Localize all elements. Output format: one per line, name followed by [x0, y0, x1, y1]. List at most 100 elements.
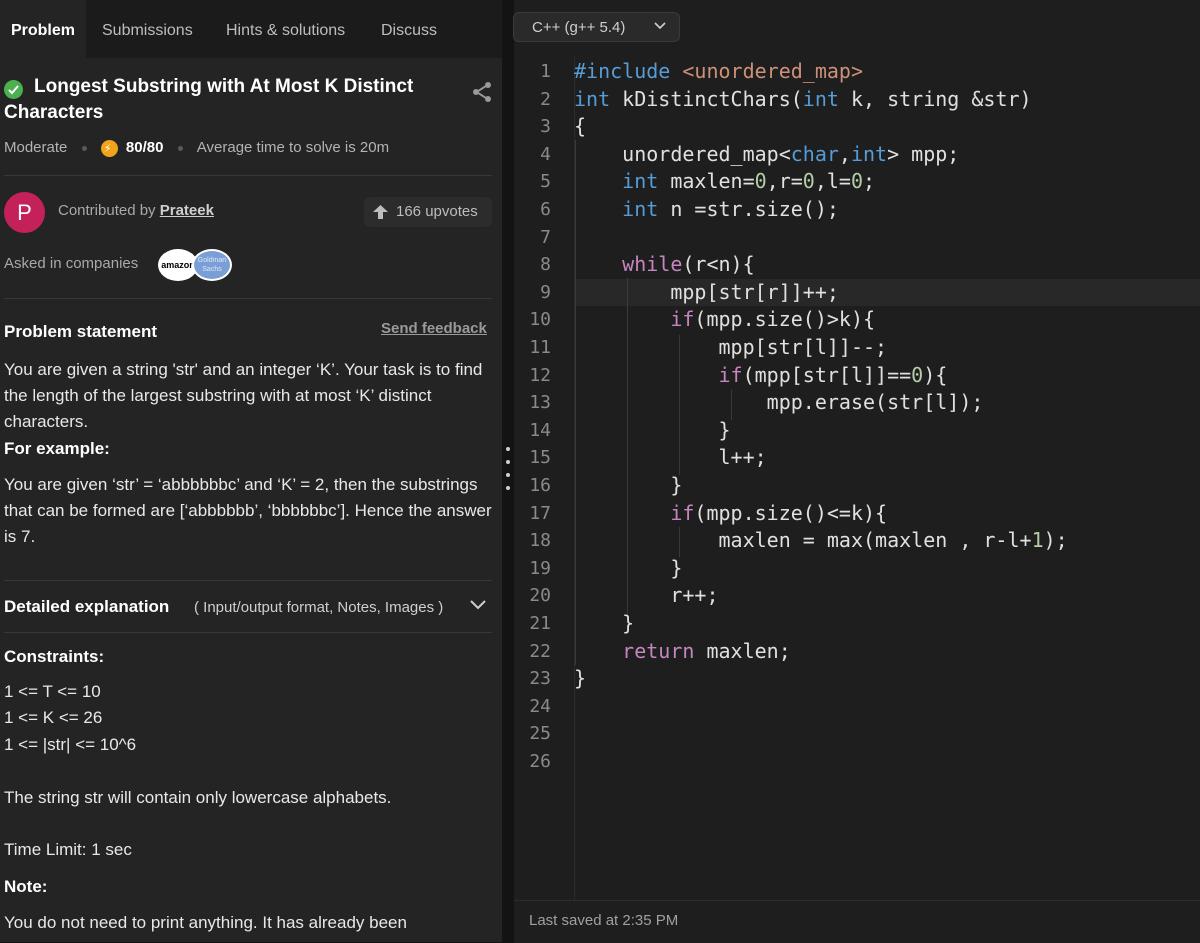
- code-line[interactable]: }: [574, 611, 634, 635]
- divider: [4, 632, 492, 633]
- line-number: 13: [529, 392, 551, 414]
- line-number: 26: [529, 751, 551, 772]
- divider: [4, 175, 492, 176]
- code-line[interactable]: }: [574, 418, 730, 442]
- code-line[interactable]: if(mpp.size()>k){: [574, 307, 875, 331]
- contributed-by: Contributed by Prateek: [58, 202, 214, 219]
- line-number: 21: [529, 613, 551, 634]
- code-line[interactable]: }: [574, 666, 586, 690]
- difficulty-label: Moderate: [4, 139, 68, 157]
- page-title: Longest Substring with At Most K Distinc…: [4, 76, 414, 123]
- coin-icon: [100, 139, 118, 159]
- tab-problem[interactable]: Problem: [0, 0, 86, 58]
- line-number: 18: [529, 530, 551, 552]
- code-line[interactable]: if(mpp.size()<=k){: [574, 501, 887, 525]
- language-select[interactable]: C++ (g++ 5.4): [513, 12, 680, 42]
- asked-in-companies-label: Asked in companies: [4, 255, 139, 272]
- problem-statement-heading: Problem statement: [4, 322, 158, 341]
- line-number: 22: [529, 640, 551, 662]
- line-number: 10: [529, 309, 551, 331]
- line-number: 24: [529, 695, 551, 717]
- line-number: 7: [540, 226, 551, 248]
- code-line[interactable]: mpp.erase(str[l]);: [574, 390, 984, 414]
- tab-submissions[interactable]: Submissions: [102, 0, 193, 58]
- handle-dot: [506, 473, 510, 477]
- panel-resize-handle[interactable]: [503, 445, 513, 495]
- detailed-explanation-toggle[interactable]: Detailed explanation: [4, 597, 169, 617]
- divider: [4, 298, 492, 299]
- contributed-by-label: Contributed by: [58, 202, 156, 219]
- line-number: 4: [540, 143, 551, 165]
- constraint-line: 1 <= |str| <= 10^6: [4, 735, 137, 754]
- code-line[interactable]: unordered_map<char,int> mpp;: [574, 142, 959, 166]
- separator-dot: [177, 145, 183, 151]
- code-line[interactable]: return maxlen;: [574, 639, 791, 663]
- line-number: 6: [540, 199, 551, 220]
- line-number: 5: [540, 171, 551, 193]
- code-line[interactable]: mpp[str[l]]--;: [574, 335, 887, 359]
- chevron-down-icon: [654, 22, 666, 30]
- line-number: 16: [529, 475, 551, 496]
- line-number: 1: [540, 61, 551, 82]
- detailed-explanation-subtitle: ( Input/output format, Notes, Images ): [194, 599, 444, 616]
- code-line[interactable]: {: [574, 114, 586, 138]
- line-number: 12: [529, 364, 551, 386]
- tab-bar: Problem Submissions Hints & solutions Di…: [0, 0, 502, 58]
- line-number: 2: [540, 88, 551, 110]
- upvote-button[interactable]: 166 upvotes: [364, 197, 492, 227]
- constraint-line: 1 <= K <= 26: [4, 708, 103, 727]
- handle-dot: [506, 486, 510, 490]
- code-line[interactable]: }: [574, 556, 682, 580]
- separator-dot: [81, 145, 87, 151]
- avatar[interactable]: P: [4, 192, 45, 233]
- handle-dot: [506, 447, 510, 451]
- lowercase-note: The string str will contain only lowerca…: [4, 788, 392, 807]
- language-label: C++ (g++ 5.4): [532, 19, 626, 36]
- line-number: 9: [540, 281, 551, 303]
- for-example-heading: For example:: [4, 439, 110, 458]
- code-line[interactable]: int maxlen=0,r=0,l=0;: [574, 169, 875, 193]
- code-line[interactable]: }: [574, 473, 682, 497]
- line-number: 14: [529, 419, 551, 441]
- problem-statement-text: You are given a string 'str' and an inte…: [4, 360, 483, 431]
- code-line[interactable]: maxlen = max(maxlen , r-l+1);: [574, 528, 1067, 552]
- line-number: 8: [540, 254, 551, 276]
- divider: [4, 580, 492, 581]
- code-line[interactable]: l++;: [574, 445, 766, 469]
- share-icon[interactable]: [470, 80, 494, 104]
- note-text: You do not need to print anything. It ha…: [4, 913, 407, 932]
- line-number: 19: [529, 557, 551, 579]
- send-feedback-link[interactable]: Send feedback: [381, 320, 487, 337]
- chevron-down-icon[interactable]: [470, 600, 486, 610]
- code-line[interactable]: if(mpp[str[l]]==0){: [574, 363, 948, 387]
- line-number: 23: [529, 668, 551, 690]
- code-line[interactable]: int kDistinctChars(int k, string &str): [574, 87, 1032, 111]
- arrow-up-icon: [373, 205, 388, 219]
- points-value: 80/80: [125, 139, 164, 157]
- contributor-link[interactable]: Prateek: [160, 202, 214, 219]
- note-heading: Note:: [4, 877, 48, 896]
- last-saved-status: Last saved at 2:35 PM: [529, 912, 679, 929]
- problem-meta: Moderate 80/80 Average time to solve is …: [4, 138, 390, 159]
- tab-hints-solutions[interactable]: Hints & solutions: [226, 0, 345, 58]
- code-line[interactable]: mpp[str[r]]++;: [574, 280, 839, 304]
- line-number: 3: [540, 116, 551, 138]
- upvote-count: 166 upvotes: [396, 203, 478, 220]
- code-line[interactable]: #include <unordered_map>: [574, 59, 863, 83]
- handle-dot: [506, 460, 510, 464]
- code-line[interactable]: int n =str.size();: [574, 197, 839, 221]
- example-text: You are given ‘str’ = ‘abbbbbbc’ and ‘K’…: [4, 475, 492, 546]
- line-number: 20: [529, 585, 551, 607]
- time-limit: Time Limit: 1 sec: [4, 840, 132, 859]
- constraints-heading: Constraints:: [4, 647, 105, 666]
- code-line[interactable]: r++;: [574, 583, 718, 607]
- line-number: 17: [529, 502, 551, 524]
- constraint-line: 1 <= T <= 10: [4, 682, 101, 701]
- avg-time-label: Average time to solve is 20m: [196, 139, 390, 157]
- line-number: 25: [529, 723, 551, 745]
- tab-discuss[interactable]: Discuss: [381, 0, 437, 58]
- code-line[interactable]: while(r<n){: [574, 252, 754, 276]
- line-number: 15: [529, 447, 551, 469]
- company-logo-goldman-sachs[interactable]: Goldman Sachs: [192, 249, 232, 281]
- problem-panel: Problem Submissions Hints & solutions Di…: [0, 0, 502, 942]
